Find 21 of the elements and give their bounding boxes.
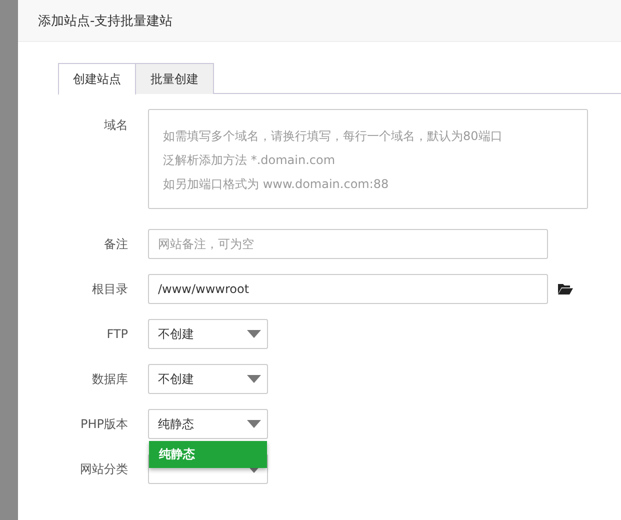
field-label: 根目录 [91,280,128,298]
tab[interactable]: 批量创建 [136,63,214,94]
input-field[interactable]: 网站备注，可为空 [148,229,548,259]
field-label: PHP版本 [80,416,128,432]
domain-textarea[interactable]: 如需填写多个域名，请换行填写，每行一个域名，默认为80端口 泛解析添加方法 *.domain.com 如另加端口格式为 www.domain.com:88 [148,109,588,209]
caret-icon [247,465,261,473]
field-label: 网站分类 [79,460,128,478]
select-dropdown[interactable]: 不创建 [148,319,268,349]
folder-icon[interactable] [558,283,573,295]
field-label: 数据库 [91,370,128,388]
field-label: 域名 [103,117,128,134]
tab[interactable]: 创建站点 [58,63,136,95]
caret-icon [247,330,261,338]
field-label: FTP [106,327,128,341]
field-label: 备注 [103,236,128,252]
caret-icon [247,375,261,383]
select-dropdown[interactable]: 纯静态 [148,409,268,439]
dialog-title: 添加站点-支持批量建站 [38,12,173,30]
caret-icon [247,420,261,428]
select-dropdown[interactable]: 不创建 [148,364,268,394]
path-field[interactable]: /www/wwwroot [148,274,548,304]
